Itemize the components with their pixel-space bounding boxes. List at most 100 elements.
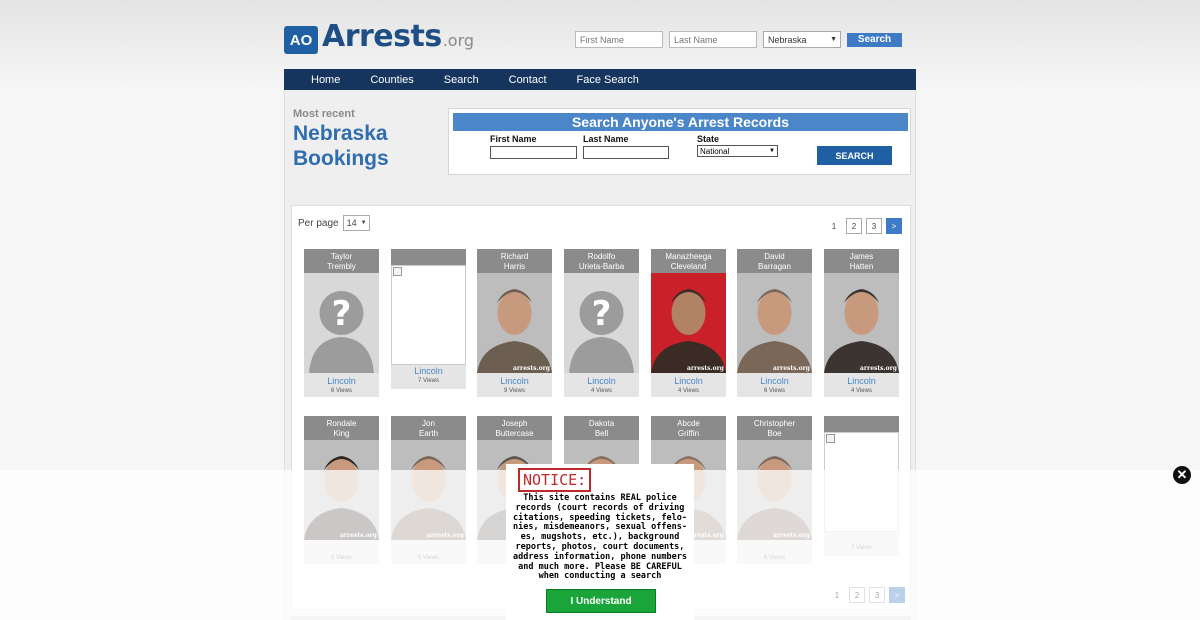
page-next[interactable]: > xyxy=(886,218,902,234)
booking-card[interactable]: Rodolfo Urieta-Barba? Lincoln 4 Views xyxy=(564,249,639,397)
watermark: arrests.org xyxy=(859,365,897,372)
watermark: arrests.org xyxy=(772,365,810,372)
mugshot-photo[interactable]: arrests.org xyxy=(651,273,726,373)
booking-name[interactable]: Manazheega Cleveland xyxy=(651,249,726,273)
booking-first-name: Christopher xyxy=(753,419,796,428)
booking-name[interactable]: Richard Harris xyxy=(477,249,552,273)
nav-item-face-search[interactable]: Face Search xyxy=(562,74,654,86)
booking-card[interactable]: James Hatten arrests.org Lincoln 4 Views xyxy=(824,249,899,397)
booking-first-name: Rondale xyxy=(326,419,357,428)
booking-city-link[interactable]: Lincoln xyxy=(824,376,899,386)
booking-name[interactable]: James Hatten xyxy=(824,249,899,273)
logo-mark: AO xyxy=(284,26,318,54)
search-form-title: Search Anyone's Arrest Records xyxy=(453,113,908,131)
understand-button[interactable]: I Understand xyxy=(546,589,656,613)
search-button[interactable]: SEARCH xyxy=(817,146,892,165)
unknown-silhouette-icon: ? xyxy=(304,273,379,373)
main-nav: Home Counties Search Contact Face Search xyxy=(284,69,916,90)
page-2-bottom[interactable]: 2 xyxy=(849,587,865,603)
booking-name[interactable]: Joseph Buttercase xyxy=(477,416,552,440)
booking-name[interactable]: Rondale King xyxy=(304,416,379,440)
booking-name[interactable]: Jon Earth xyxy=(391,416,466,440)
broken-image-icon xyxy=(393,267,402,276)
header-state-select[interactable]: Nebraska ▼ xyxy=(763,31,841,48)
page-1: 1 xyxy=(831,221,837,231)
close-icon[interactable]: ✕ xyxy=(1173,466,1191,484)
recent-title: Bookings xyxy=(293,147,389,170)
booking-last-name: Barragan xyxy=(758,262,791,271)
booking-last-name: Griffin xyxy=(677,429,700,438)
per-page-control: Per page 14 ▼ xyxy=(298,215,370,231)
booking-city-link[interactable]: Lincoln xyxy=(391,366,466,376)
first-name-label: First Name xyxy=(490,134,537,144)
pagination-bottom: 1 2 3 > xyxy=(829,587,905,603)
booking-name[interactable]: Christopher Boe xyxy=(737,416,812,440)
per-page-select[interactable]: 14 ▼ xyxy=(342,215,370,231)
mugshot-photo[interactable]: arrests.org xyxy=(737,273,812,373)
booking-last-name: Boe xyxy=(767,429,782,438)
booking-city-link[interactable]: Lincoln xyxy=(477,376,552,386)
booking-first-name: Taylor xyxy=(330,252,353,261)
booking-card[interactable]: David Barragan arrests.org Lincoln 6 Views xyxy=(737,249,812,397)
booking-first-name: Rodolfo xyxy=(587,252,616,261)
pagination-top: 1 2 3 > xyxy=(826,218,902,234)
nav-item-search[interactable]: Search xyxy=(429,74,494,86)
booking-views: 6 Views xyxy=(764,388,785,394)
header-last-name-input[interactable] xyxy=(669,31,757,48)
mugshot-image xyxy=(824,273,899,373)
booking-first-name: Manazheega xyxy=(665,252,712,261)
booking-name[interactable]: Rodolfo Urieta-Barba xyxy=(564,249,639,273)
booking-name[interactable]: David Barragan xyxy=(737,249,812,273)
nav-item-home[interactable]: Home xyxy=(284,74,355,86)
mugshot-image xyxy=(651,273,726,373)
booking-name[interactable]: Taylor Trembly xyxy=(304,249,379,273)
booking-card[interactable]: Lincoln 7 Views xyxy=(391,249,466,389)
booking-city-link[interactable]: Lincoln xyxy=(304,376,379,386)
booking-city-link[interactable]: Lincoln xyxy=(737,376,812,386)
header-first-name-input[interactable] xyxy=(575,31,663,48)
booking-name[interactable] xyxy=(391,249,466,265)
site-logo[interactable]: AO Arrests .org xyxy=(284,20,474,54)
state-select-value: National xyxy=(700,146,730,156)
booking-views: 4 Views xyxy=(591,388,612,394)
booking-city-link[interactable]: Lincoln xyxy=(564,376,639,386)
booking-last-name: Harris xyxy=(503,262,526,271)
state-select[interactable]: National ▼ xyxy=(697,145,778,157)
nav-item-contact[interactable]: Contact xyxy=(494,74,562,86)
mugshot-photo[interactable]: ? xyxy=(304,273,379,373)
per-page-label: Per page xyxy=(298,217,339,229)
state-label: State xyxy=(697,134,720,144)
booking-card[interactable]: Richard Harris arrests.org Lincoln 9 Views xyxy=(477,249,552,397)
mugshot-photo[interactable]: arrests.org xyxy=(824,273,899,373)
arrest-search-form: Search Anyone's Arrest Records First Nam… xyxy=(448,108,911,175)
last-name-input[interactable] xyxy=(583,146,669,159)
broken-image-icon[interactable] xyxy=(391,265,466,365)
watermark: arrests.org xyxy=(512,365,550,372)
unknown-silhouette-icon: ? xyxy=(564,273,639,373)
last-name-label: Last Name xyxy=(583,134,629,144)
chevron-down-icon: ▼ xyxy=(769,148,775,154)
first-name-input[interactable] xyxy=(490,146,577,159)
header-search-button[interactable]: Search xyxy=(847,32,902,47)
nav-item-counties[interactable]: Counties xyxy=(355,74,428,86)
booking-card[interactable]: Manazheega Cleveland arrests.org Lincoln 4 V… xyxy=(651,249,726,397)
booking-last-name: Buttercase xyxy=(495,429,534,438)
booking-name[interactable] xyxy=(824,416,899,432)
mugshot-photo[interactable]: arrests.org xyxy=(477,273,552,373)
booking-name[interactable]: Abcde Griffin xyxy=(651,416,726,440)
page-next-bottom[interactable]: > xyxy=(889,587,905,603)
mugshot-image xyxy=(737,273,812,373)
booking-first-name: Abcde xyxy=(677,419,700,428)
mugshot-photo[interactable]: ? xyxy=(564,273,639,373)
booking-city-link[interactable]: Lincoln xyxy=(651,376,726,386)
recent-bookings-heading: Most recent Nebraska Bookings xyxy=(293,108,389,170)
page-3-bottom[interactable]: 3 xyxy=(869,587,885,603)
broken-image-icon xyxy=(826,434,835,443)
page-2[interactable]: 2 xyxy=(846,218,862,234)
svg-text:?: ? xyxy=(592,294,612,334)
booking-card[interactable]: Taylor Trembly? Lincoln 6 Views xyxy=(304,249,379,397)
page-1-bottom: 1 xyxy=(834,590,840,600)
booking-name[interactable]: Dakota Bell xyxy=(564,416,639,440)
page-3[interactable]: 3 xyxy=(866,218,882,234)
logo-text: Arrests xyxy=(322,19,442,54)
